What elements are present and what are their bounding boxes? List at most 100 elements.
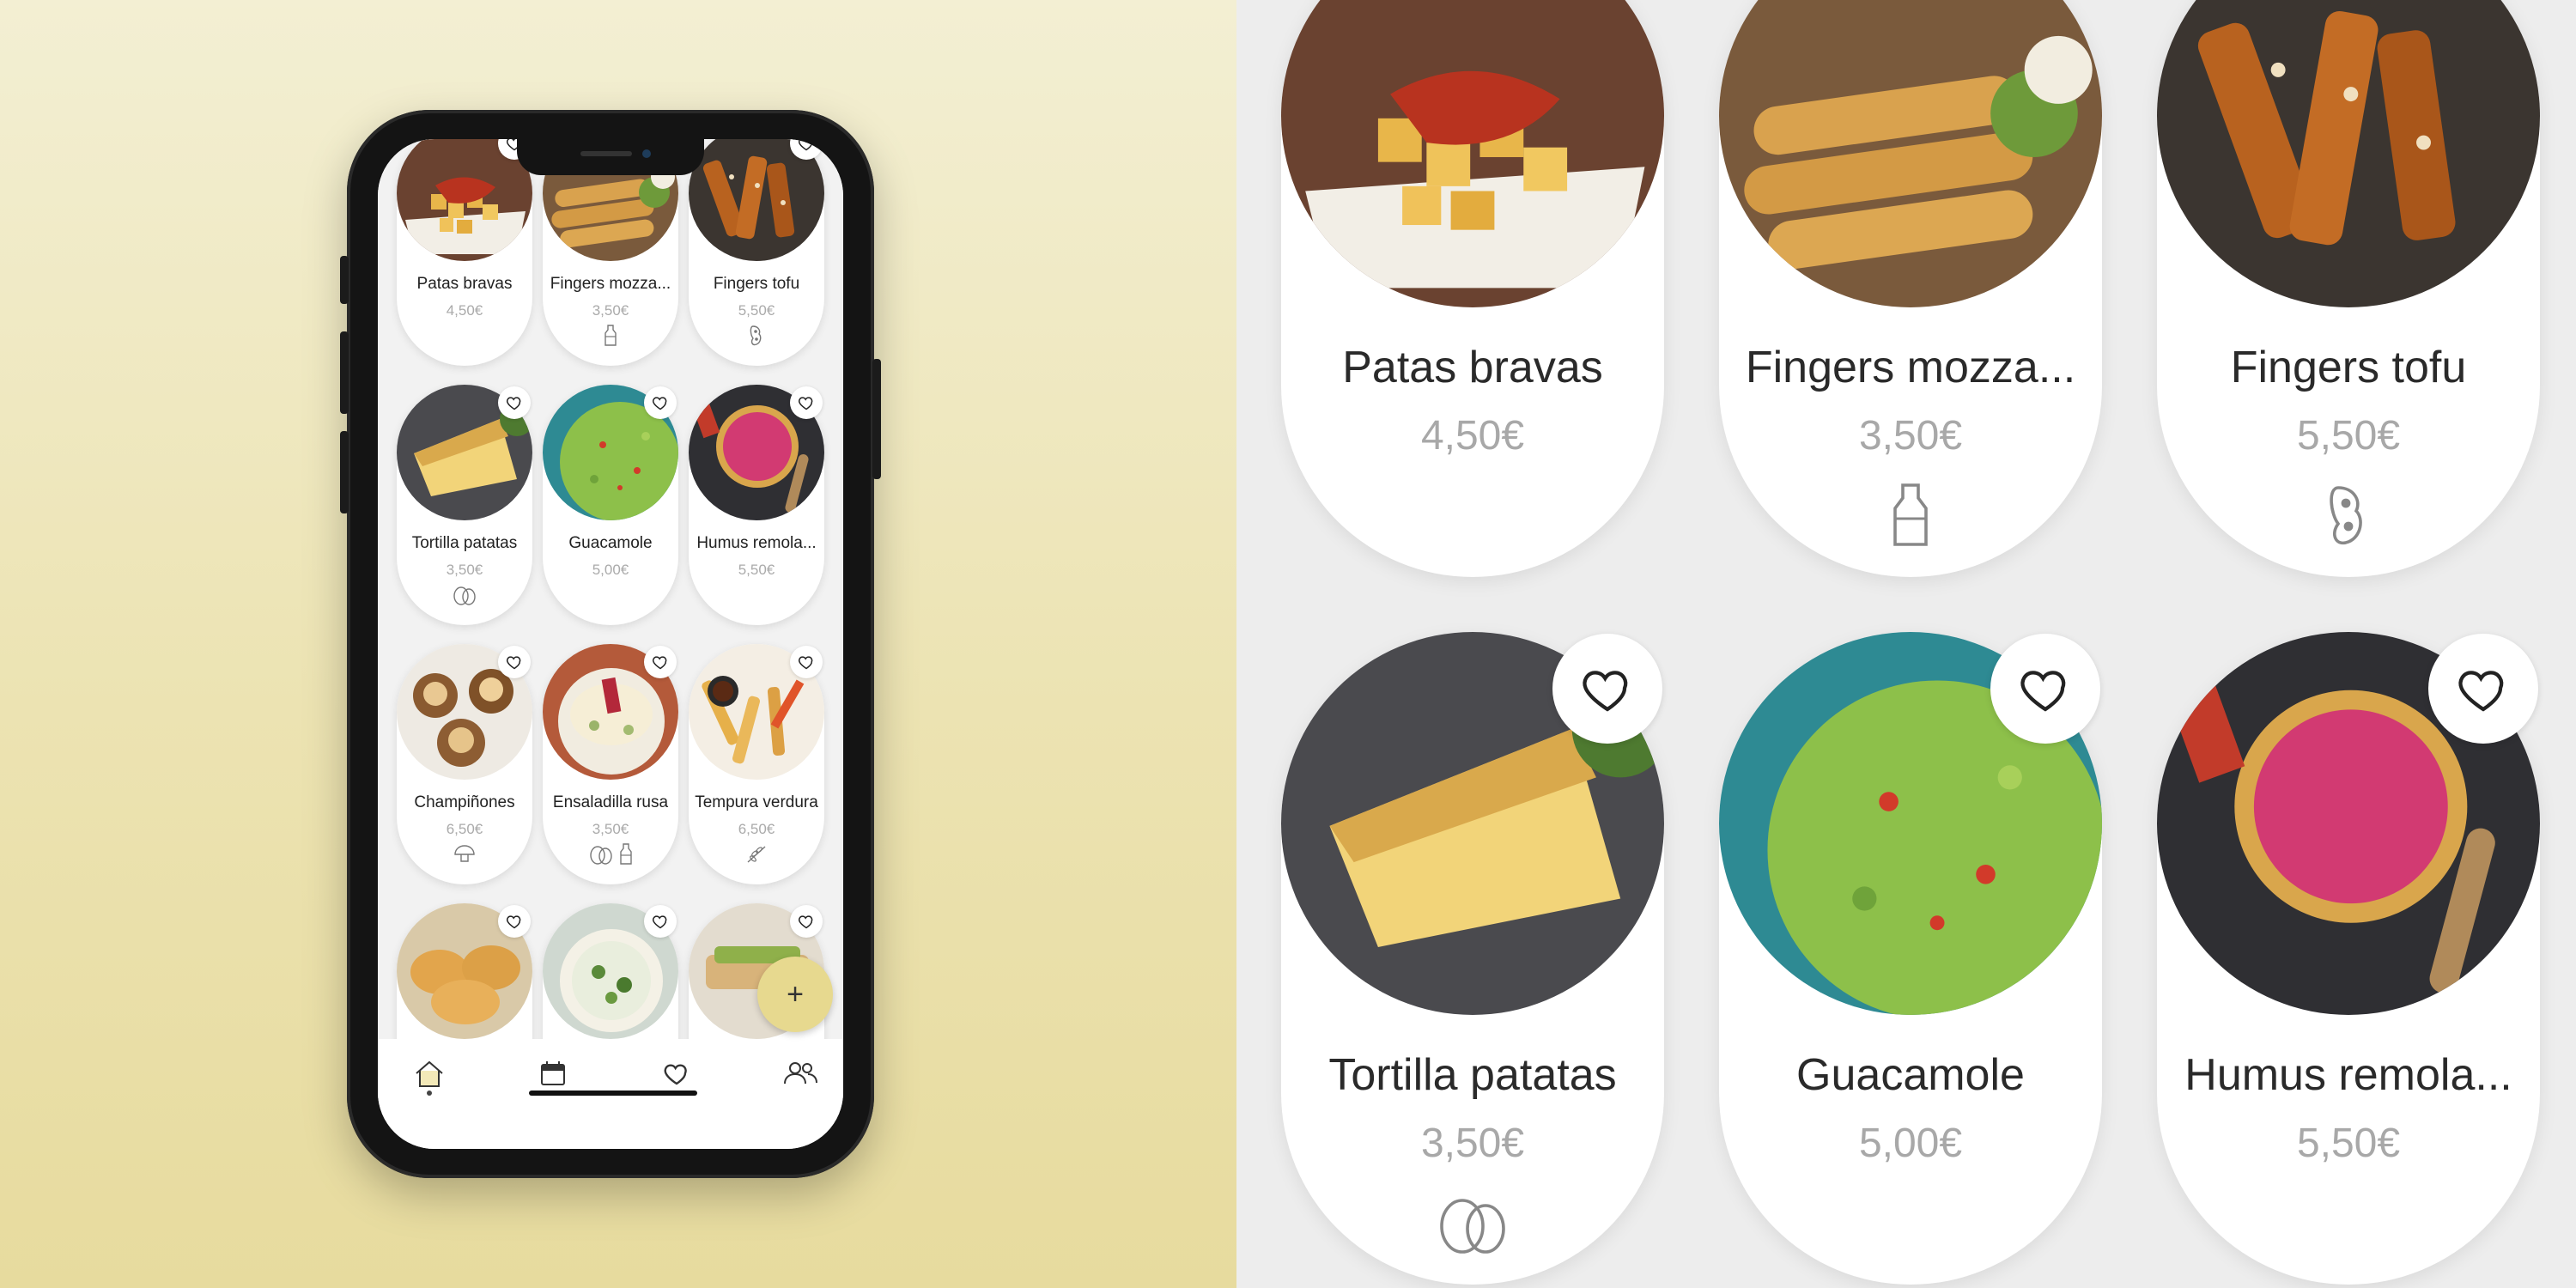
tab-home[interactable] <box>404 1060 455 1111</box>
menu-card-champinones[interactable]: Champiñones 6,50€ <box>397 644 532 884</box>
zoom-card-patatas-bravas[interactable]: Patas bravas 4,50€ <box>1281 0 1664 577</box>
favorite-heart-icon[interactable] <box>1552 634 1662 744</box>
favorite-heart-icon[interactable] <box>498 386 531 419</box>
calendar-icon <box>541 1061 565 1085</box>
menu-card-ensaladilla-rusa[interactable]: Ensaladilla rusa 3,50€ <box>543 644 678 884</box>
menu-item-price: 5,00€ <box>1858 1121 1963 1166</box>
menu-item-name: Ensaladilla rusa <box>552 793 669 811</box>
volume-down-button <box>340 431 349 513</box>
menu-item-price: 5,50€ <box>2296 1121 2401 1166</box>
allergen-list <box>543 325 678 347</box>
menu-item-name: Guacamole <box>568 534 653 552</box>
menu-item-price: 5,00€ <box>592 562 629 578</box>
allergen-list <box>689 843 824 866</box>
eggs-icon <box>1440 1199 1505 1254</box>
favorite-heart-icon[interactable] <box>790 905 823 938</box>
menu-item-price: 3,50€ <box>1420 1121 1525 1166</box>
favorite-heart-icon[interactable] <box>2428 634 2538 744</box>
menu-card-guacamole[interactable]: Guacamole 5,00€ <box>543 385 678 625</box>
wheat-icon <box>747 846 766 863</box>
heart-icon <box>664 1064 687 1085</box>
menu-card-empanadas[interactable] <box>397 903 532 1039</box>
allergen-list <box>2157 483 2540 550</box>
menu-item-price: 3,50€ <box>446 562 483 578</box>
favorite-heart-icon[interactable] <box>790 646 823 678</box>
fingers-tofu-photo <box>2157 0 2540 307</box>
menu-card-humus-remolacha[interactable]: Humus remola... 5,50€ <box>689 385 824 625</box>
allergen-list <box>397 843 532 866</box>
favorite-heart-icon[interactable] <box>644 905 677 938</box>
menu-item-name: Fingers mozza... <box>550 275 671 293</box>
active-tab-indicator <box>427 1091 432 1096</box>
favorite-heart-icon[interactable] <box>644 646 677 678</box>
fingers-mozzarella-photo <box>1719 0 2102 307</box>
plus-icon: + <box>787 977 804 1011</box>
milk-bottle-icon <box>1893 483 1928 546</box>
menu-item-price: 6,50€ <box>738 821 775 837</box>
tab-people[interactable] <box>775 1060 826 1111</box>
phone-screen: Patas bravas 4,50€ Fingers mozza... 3,50… <box>378 139 843 1149</box>
allergen-list <box>689 325 824 347</box>
menu-item-name: Fingers tofu <box>713 275 800 293</box>
menu-item-price: 5,50€ <box>2296 413 2401 459</box>
zoom-card-fingers-mozzarella[interactable]: Fingers mozza... 3,50€ <box>1719 0 2102 577</box>
people-icon <box>784 1062 817 1084</box>
menu-card-tortilla-patatas[interactable]: Tortilla patatas 3,50€ <box>397 385 532 625</box>
eggs-icon <box>453 586 476 605</box>
allergen-list <box>1281 1190 1664 1257</box>
home-icon <box>416 1060 443 1087</box>
menu-grid[interactable]: Patas bravas 4,50€ Fingers mozza... 3,50… <box>378 139 843 1039</box>
favorite-heart-icon[interactable] <box>498 646 531 678</box>
favorite-heart-icon[interactable] <box>1990 634 2100 744</box>
zoom-card-fingers-tofu[interactable]: Fingers tofu 5,50€ <box>2157 0 2540 577</box>
allergen-list <box>397 584 532 606</box>
zoom-card-guacamole[interactable]: Guacamole 5,00€ <box>1719 632 2102 1285</box>
menu-item-name: Humus remola... <box>696 534 817 552</box>
speaker-grille <box>580 151 632 156</box>
menu-item-name: Patas bravas <box>1342 343 1603 392</box>
favorite-heart-icon[interactable] <box>644 386 677 419</box>
favorite-heart-icon[interactable] <box>498 905 531 938</box>
phone-mockup: Patas bravas 4,50€ Fingers mozza... 3,50… <box>340 110 881 1178</box>
menu-item-name: Guacamole <box>1796 1050 2025 1100</box>
tab-favorites[interactable] <box>651 1060 702 1111</box>
allergen-list <box>1719 483 2102 550</box>
menu-card-fingers-tofu[interactable]: Fingers tofu 5,50€ <box>689 139 824 366</box>
zoomed-detail-panel: Patas bravas 4,50€ Fingers mozza... 3,50… <box>1236 0 2576 1288</box>
add-button[interactable]: + <box>757 957 833 1032</box>
soy-icon <box>750 325 762 346</box>
phone-notch <box>517 139 704 175</box>
menu-item-name: Tempura verdura <box>695 793 818 811</box>
milk-bottle-icon <box>605 325 617 346</box>
menu-card-patatas-bravas[interactable]: Patas bravas 4,50€ <box>397 139 532 366</box>
home-indicator <box>529 1091 697 1096</box>
menu-item-price: 3,50€ <box>592 821 629 837</box>
menu-item-price: 5,50€ <box>738 562 775 578</box>
allergen-list <box>543 843 678 866</box>
menu-item-name: Champiñones <box>414 793 515 811</box>
menu-item-name: Tortilla patatas <box>1328 1050 1617 1100</box>
zoom-card-tortilla-patatas[interactable]: Tortilla patatas 3,50€ <box>1281 632 1664 1285</box>
mushroom-icon <box>454 845 475 862</box>
menu-item-name: Patas bravas <box>416 275 513 293</box>
presentation-background-left: Patas bravas 4,50€ Fingers mozza... 3,50… <box>0 0 1236 1288</box>
menu-item-price: 4,50€ <box>446 302 483 319</box>
soy-icon <box>2330 486 2362 545</box>
menu-item-name: Tortilla patatas <box>411 534 518 552</box>
zoom-card-humus-remolacha[interactable]: Humus remola... 5,50€ <box>2157 632 2540 1285</box>
menu-card-tempura-verdura[interactable]: Tempura verdura 6,50€ <box>689 644 824 884</box>
menu-card-espinacas[interactable] <box>543 903 678 1039</box>
patatas-bravas-photo <box>1281 0 1664 307</box>
power-button <box>872 359 881 479</box>
eggs-icon <box>590 846 612 865</box>
menu-item-name: Fingers mozza... <box>1745 343 2076 392</box>
menu-item-price: 6,50€ <box>446 821 483 837</box>
menu-item-name: Humus remola... <box>2184 1050 2512 1100</box>
bottom-tab-bar <box>378 1039 843 1149</box>
volume-up-button <box>340 331 349 414</box>
mute-switch <box>340 256 349 304</box>
tab-calendar[interactable] <box>527 1060 579 1111</box>
menu-item-price: 3,50€ <box>592 302 629 319</box>
favorite-heart-icon[interactable] <box>790 386 823 419</box>
menu-item-price: 5,50€ <box>738 302 775 319</box>
